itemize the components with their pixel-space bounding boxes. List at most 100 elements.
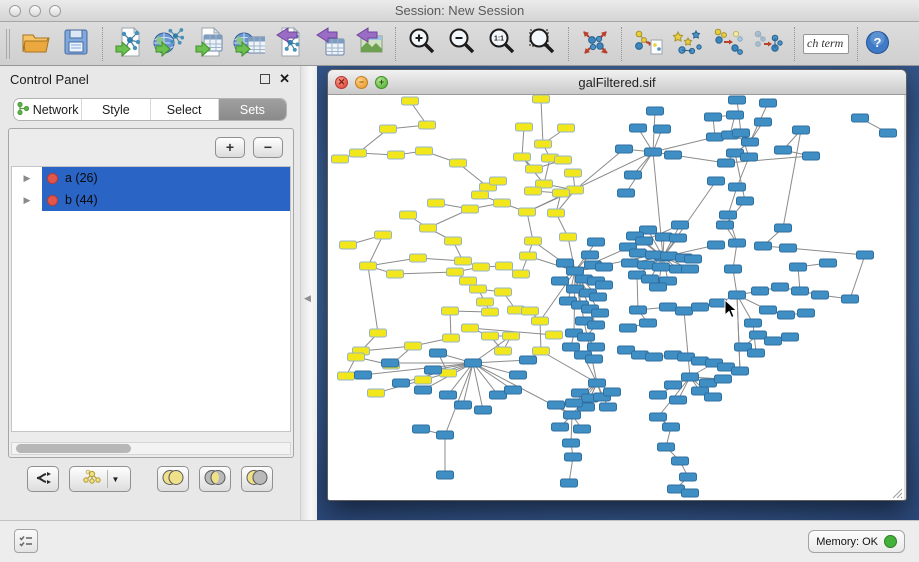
graph-node-yellow[interactable]: [473, 263, 490, 271]
graph-node-blue[interactable]: [630, 124, 647, 132]
graph-node-blue[interactable]: [563, 439, 580, 447]
horizontal-scrollbar[interactable]: [11, 442, 291, 455]
layout-set-dropdown-button[interactable]: ▼: [69, 466, 131, 492]
search-input[interactable]: [803, 34, 849, 54]
graph-node-blue[interactable]: [745, 319, 762, 327]
graph-node-blue[interactable]: [638, 261, 655, 269]
graph-node-yellow[interactable]: [415, 376, 432, 384]
graph-node-blue[interactable]: [727, 111, 744, 119]
graph-node-blue[interactable]: [622, 259, 639, 267]
graph-node-blue[interactable]: [650, 413, 667, 421]
graph-node-blue[interactable]: [670, 234, 687, 242]
graph-node-blue[interactable]: [670, 396, 687, 404]
graph-node-yellow[interactable]: [519, 208, 536, 216]
graph-node-yellow[interactable]: [560, 233, 577, 241]
network-window-titlebar[interactable]: ✕ − + galFiltered.sif: [328, 70, 906, 95]
graph-node-blue[interactable]: [510, 371, 527, 379]
toolbar-drag-handle[interactable]: [6, 29, 10, 59]
graph-node-blue[interactable]: [475, 406, 492, 414]
graph-node-blue[interactable]: [772, 283, 789, 291]
graph-node-blue[interactable]: [590, 293, 607, 301]
graph-node-blue[interactable]: [708, 241, 725, 249]
collapse-panel-icon[interactable]: ◀: [304, 293, 311, 304]
tab-select[interactable]: Select: [151, 99, 219, 120]
graph-node-blue[interactable]: [729, 96, 746, 104]
graph-node-blue[interactable]: [465, 359, 482, 367]
graph-node-blue[interactable]: [820, 259, 837, 267]
graph-node-yellow[interactable]: [360, 262, 377, 270]
graph-node-blue[interactable]: [437, 431, 454, 439]
tab-network[interactable]: Network: [14, 99, 82, 120]
graph-node-blue[interactable]: [778, 311, 795, 319]
graph-node-blue[interactable]: [505, 386, 522, 394]
graph-node-blue[interactable]: [737, 197, 754, 205]
graph-node-yellow[interactable]: [332, 155, 349, 163]
graph-node-blue[interactable]: [588, 321, 605, 329]
graph-node-blue[interactable]: [616, 145, 633, 153]
graph-node-blue[interactable]: [717, 221, 734, 229]
graph-node-blue[interactable]: [680, 473, 697, 481]
graph-node-blue[interactable]: [705, 113, 722, 121]
graph-node-yellow[interactable]: [350, 149, 367, 157]
graph-node-blue[interactable]: [705, 393, 722, 401]
graph-node-blue[interactable]: [578, 333, 595, 341]
graph-node-yellow[interactable]: [495, 288, 512, 296]
graph-node-blue[interactable]: [646, 251, 663, 259]
graph-node-blue[interactable]: [755, 118, 772, 126]
graph-node-blue[interactable]: [552, 277, 569, 285]
graph-node-blue[interactable]: [413, 425, 430, 433]
import-table-from-url-button[interactable]: [229, 25, 269, 63]
panel-splitter[interactable]: ◀: [300, 66, 317, 520]
graph-node-blue[interactable]: [490, 391, 507, 399]
graph-node-blue[interactable]: [692, 303, 709, 311]
graph-node-blue[interactable]: [520, 356, 537, 364]
graph-node-blue[interactable]: [793, 126, 810, 134]
graph-node-blue[interactable]: [630, 249, 647, 257]
graph-node-blue[interactable]: [782, 333, 799, 341]
graph-node-yellow[interactable]: [526, 165, 543, 173]
graph-node-blue[interactable]: [650, 283, 667, 291]
graph-node-blue[interactable]: [653, 263, 670, 271]
memory-status-button[interactable]: Memory: OK: [808, 530, 905, 553]
help-button[interactable]: ?: [864, 31, 890, 57]
zoom-out-button[interactable]: [442, 25, 482, 63]
graph-node-blue[interactable]: [630, 306, 647, 314]
graph-node-blue[interactable]: [592, 309, 609, 317]
graph-node-blue[interactable]: [565, 453, 582, 461]
graph-node-yellow[interactable]: [553, 189, 570, 197]
graph-node-yellow[interactable]: [443, 334, 460, 342]
graph-node-blue[interactable]: [750, 331, 767, 339]
graph-node-blue[interactable]: [415, 386, 432, 394]
graph-node-blue[interactable]: [842, 295, 859, 303]
graph-node-blue[interactable]: [803, 152, 820, 160]
graph-node-yellow[interactable]: [520, 252, 537, 260]
graph-node-yellow[interactable]: [565, 169, 582, 177]
graph-node-yellow[interactable]: [388, 151, 405, 159]
graph-node-yellow[interactable]: [482, 332, 499, 340]
graph-node-yellow[interactable]: [558, 124, 575, 132]
graph-node-blue[interactable]: [665, 151, 682, 159]
graph-node-blue[interactable]: [676, 307, 693, 315]
graph-node-blue[interactable]: [425, 366, 442, 374]
graph-node-blue[interactable]: [645, 148, 662, 156]
graph-node-blue[interactable]: [742, 138, 759, 146]
scrollbar-thumb[interactable]: [16, 444, 131, 453]
graph-node-blue[interactable]: [620, 324, 637, 332]
graph-node-blue[interactable]: [715, 375, 732, 383]
graph-node-blue[interactable]: [682, 373, 699, 381]
graph-node-blue[interactable]: [564, 411, 581, 419]
graph-node-blue[interactable]: [755, 242, 772, 250]
graph-node-yellow[interactable]: [348, 353, 365, 361]
graph-node-blue[interactable]: [748, 349, 765, 357]
graph-node-blue[interactable]: [661, 252, 678, 260]
graph-node-blue[interactable]: [647, 107, 664, 115]
graph-node-blue[interactable]: [561, 479, 578, 487]
remove-set-button[interactable]: −: [253, 137, 283, 158]
graph-node-blue[interactable]: [765, 337, 782, 345]
resize-grip-icon[interactable]: [890, 486, 903, 499]
graph-node-blue[interactable]: [665, 381, 682, 389]
graph-node-yellow[interactable]: [462, 205, 479, 213]
graph-node-blue[interactable]: [582, 251, 599, 259]
graph-node-yellow[interactable]: [555, 156, 572, 164]
tab-sets[interactable]: Sets: [219, 99, 286, 120]
